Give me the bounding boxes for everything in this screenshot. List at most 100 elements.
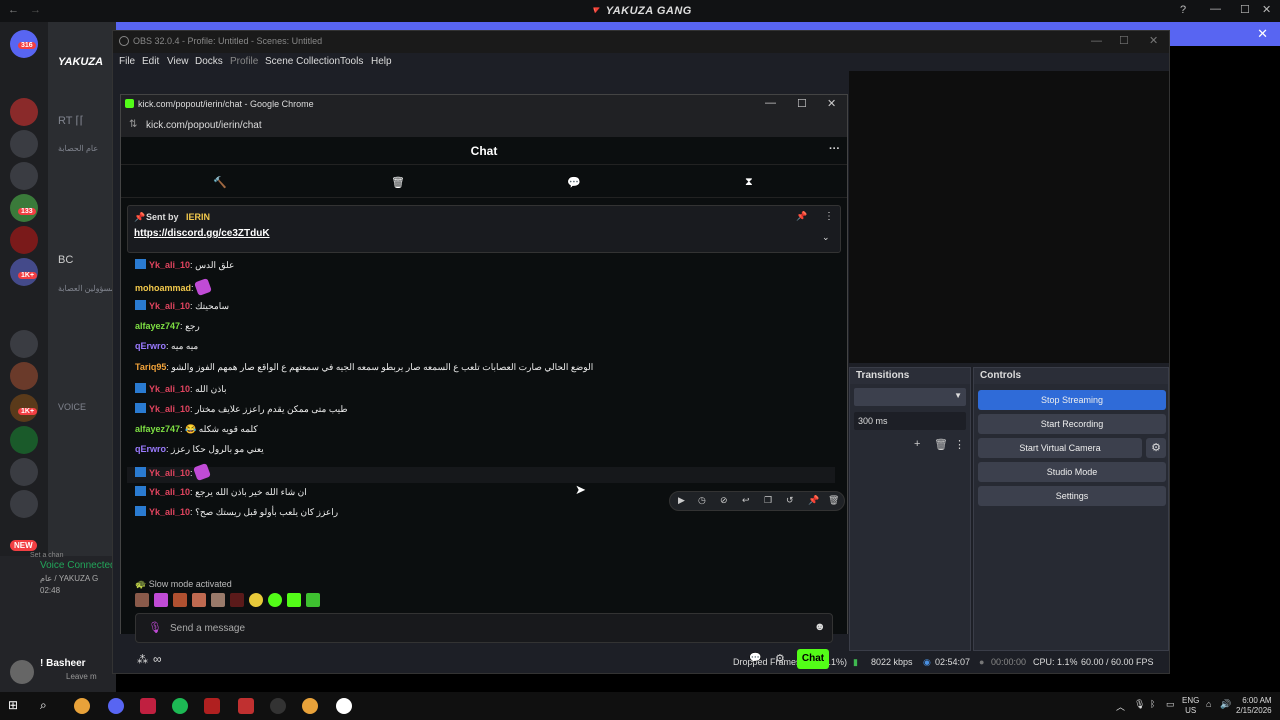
start-recording-button[interactable]: Start Recording: [978, 414, 1166, 434]
chrome-icon[interactable]: [302, 698, 318, 714]
chevron-down-icon[interactable]: ⌄: [822, 232, 830, 243]
add-icon[interactable]: +: [914, 438, 920, 450]
chat-message[interactable]: alfayez747: رجع: [135, 321, 200, 332]
emote-icon[interactable]: [287, 593, 301, 607]
chat-message[interactable]: qErwro: ميه ميه: [135, 341, 198, 352]
maximize-icon[interactable]: ☐: [797, 97, 807, 110]
emote-icon[interactable]: [268, 593, 282, 607]
chat-username[interactable]: Yk_ali_10: [149, 260, 190, 270]
tray-arrow-icon[interactable]: ︿: [1116, 700, 1125, 713]
minimize-icon[interactable]: —: [765, 97, 776, 109]
emote-icon[interactable]: [306, 593, 320, 607]
mic-icon[interactable]: 🎙: [1134, 699, 1145, 710]
app-icon[interactable]: [238, 698, 254, 714]
settings-button[interactable]: Settings: [978, 486, 1166, 506]
hammer-icon[interactable]: 🔨: [213, 176, 227, 189]
display-icon[interactable]: ▭: [1166, 699, 1175, 710]
undo-icon[interactable]: ↺: [786, 495, 794, 506]
site-info-icon[interactable]: ⇅: [129, 119, 137, 130]
transition-select[interactable]: ▼: [854, 388, 966, 406]
chat-username[interactable]: Yk_ali_10: [149, 404, 190, 414]
timeout-icon[interactable]: ◷: [698, 495, 706, 506]
chat-message[interactable]: Yk_ali_10: طيب متى ممكن يقدم راعزز علايف…: [135, 403, 348, 415]
chat-username[interactable]: Yk_ali_10: [149, 468, 190, 478]
voice-channel-name[interactable]: عام / YAKUZA G: [40, 574, 98, 583]
chat-username[interactable]: Yk_ali_10: [149, 507, 190, 517]
address-bar[interactable]: ⇅ kick.com/popout/ierin/chat: [121, 113, 847, 137]
trash-icon[interactable]: 🗑: [828, 495, 839, 506]
pinned-link[interactable]: https://discord.gg/ce3ZTduK: [134, 228, 270, 239]
start-virtual-camera-button[interactable]: Start Virtual Camera: [978, 438, 1142, 458]
play-icon[interactable]: ▶: [678, 495, 685, 506]
network-icon[interactable]: ⌂: [1206, 699, 1211, 709]
trash-icon[interactable]: 🗑: [391, 176, 405, 189]
search-icon[interactable]: ⌕: [40, 698, 56, 714]
chat-username[interactable]: Yk_ali_10: [149, 384, 190, 394]
avatar[interactable]: [10, 660, 34, 684]
maximize-icon[interactable]: ☐: [1119, 34, 1129, 47]
minimize-icon[interactable]: —: [1210, 3, 1221, 15]
spotify-icon[interactable]: [172, 698, 188, 714]
emote-icon[interactable]: [154, 593, 168, 607]
emote-icon[interactable]: [194, 278, 213, 296]
more-icon[interactable]: ⋮: [954, 438, 965, 451]
infinity-icon[interactable]: ∞: [153, 652, 162, 666]
app-icon[interactable]: [336, 698, 352, 714]
emote-icon[interactable]: [135, 593, 149, 607]
chat-bubble-icon[interactable]: 💬: [567, 176, 581, 189]
duration-field[interactable]: 300 ms: [854, 412, 966, 430]
chat-message[interactable]: Yk_ali_10: علق الدس: [135, 259, 234, 271]
more-options-icon[interactable]: ···: [829, 143, 840, 155]
language-indicator[interactable]: ENG US: [1182, 696, 1199, 716]
maximize-icon[interactable]: ☐: [1240, 3, 1250, 16]
bluetooth-icon[interactable]: ᛒ: [1150, 699, 1155, 709]
server-icon[interactable]: [10, 362, 38, 390]
help-icon[interactable]: ?: [1180, 4, 1186, 16]
message-input[interactable]: 🎙 Send a message ☻: [135, 613, 833, 643]
chat-message[interactable]: mohoammad:: [135, 278, 213, 296]
unpin-icon[interactable]: 📌: [796, 211, 807, 222]
chat-message[interactable]: Tariq95: الوضع الحالي صارت العصابات تلعب…: [135, 362, 593, 373]
server-icon[interactable]: [10, 130, 38, 158]
ban-icon[interactable]: ⊘: [720, 495, 728, 506]
chat-message[interactable]: qErwro: يعني مو بالرول حكا رعزز: [135, 444, 264, 455]
app-icon[interactable]: [140, 698, 156, 714]
channel-item[interactable]: BC: [58, 254, 73, 266]
voicemod-icon[interactable]: [204, 698, 220, 714]
server-icon[interactable]: [10, 490, 38, 518]
more-icon[interactable]: ⋮: [824, 211, 834, 222]
menu-docks[interactable]: Docks: [195, 56, 223, 67]
chat-message[interactable]: Yk_ali_10: ان شاء الله خير باذن الله يرج…: [135, 486, 307, 498]
chrome-icon[interactable]: [74, 698, 90, 714]
chat-message[interactable]: Yk_ali_10: راعزز كان يلعب بأولو قبل ريست…: [135, 506, 338, 518]
emote-icon[interactable]: [173, 593, 187, 607]
clock[interactable]: 6:00 AM 2/15/2026: [1236, 696, 1272, 716]
studio-mode-button[interactable]: Studio Mode: [978, 462, 1166, 482]
obs-icon[interactable]: [270, 698, 286, 714]
chat-username[interactable]: mohoammad: [135, 283, 191, 293]
emote-icon[interactable]: [230, 593, 244, 607]
hourglass-icon[interactable]: ⧗: [745, 176, 753, 189]
close-icon[interactable]: ✕: [1149, 34, 1158, 47]
set-channel-status[interactable]: Set a chan: [30, 552, 63, 559]
reply-icon[interactable]: ↩: [742, 495, 750, 506]
close-icon[interactable]: ✕: [827, 97, 836, 110]
emote-icon[interactable]: [193, 463, 212, 481]
copy-icon[interactable]: ❐: [764, 495, 772, 506]
gear-icon[interactable]: ⚙: [775, 652, 785, 665]
menu-help[interactable]: Help: [371, 56, 392, 67]
chat-username[interactable]: alfayez747: [135, 321, 180, 331]
gear-icon[interactable]: ⚙: [1146, 438, 1166, 458]
badges-icon[interactable]: ⁂: [137, 653, 148, 666]
windows-start-icon[interactable]: ⊞: [8, 698, 24, 714]
volume-icon[interactable]: 🔊: [1220, 699, 1231, 710]
close-icon[interactable]: ✕: [1262, 3, 1271, 16]
emote-icon[interactable]: [211, 593, 225, 607]
minimize-icon[interactable]: —: [1091, 35, 1102, 47]
discord-icon[interactable]: [108, 698, 124, 714]
obs-preview[interactable]: [849, 71, 1169, 363]
chat-message[interactable]: Yk_ali_10: باذن الله: [135, 383, 226, 395]
server-icon[interactable]: [10, 226, 38, 254]
url-text[interactable]: kick.com/popout/ierin/chat: [146, 120, 262, 131]
channel-item[interactable]: RT ⌈⌈: [58, 114, 84, 127]
